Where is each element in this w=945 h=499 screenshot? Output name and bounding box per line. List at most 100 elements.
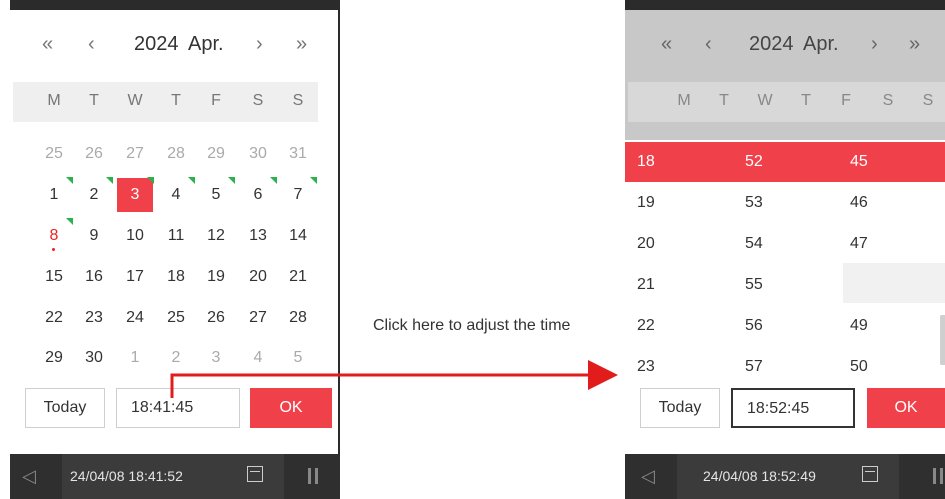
calendar-day[interactable]: 29 (198, 137, 234, 171)
minute-option[interactable]: 53 (745, 194, 763, 212)
time-row[interactable]: 20 54 47 (625, 224, 945, 264)
hour-option[interactable]: 20 (637, 235, 655, 253)
hover-highlight (843, 263, 945, 303)
second-option[interactable]: 49 (850, 317, 868, 335)
calendar-day[interactable]: 30 (76, 341, 112, 375)
pause-icon[interactable] (308, 468, 318, 484)
recording-flag-icon (188, 177, 195, 184)
calendar-day[interactable]: 22 (36, 301, 72, 335)
today-button[interactable]: Today (25, 388, 105, 428)
calendar-day[interactable]: 12 (198, 219, 234, 253)
calendar-day[interactable]: 4 (240, 341, 276, 375)
weekday-header: MTWTFSS (13, 82, 318, 122)
hour-option[interactable]: 22 (637, 317, 655, 335)
calendar-day[interactable]: 2 (158, 341, 194, 375)
prev-year-button[interactable]: « (42, 32, 53, 56)
hour-option[interactable]: 18 (637, 153, 655, 171)
calendar-day[interactable]: 15 (36, 260, 72, 294)
calendar-day[interactable]: 17 (117, 260, 153, 294)
calendar-day[interactable]: 19 (198, 260, 234, 294)
weekday-label: T (719, 92, 729, 109)
second-option[interactable]: 47 (850, 235, 868, 253)
time-row[interactable]: 18 52 45 (625, 142, 945, 182)
calendar-day[interactable]: 18 (158, 260, 194, 294)
hour-option[interactable]: 23 (637, 358, 655, 376)
calendar-day[interactable]: 27 (117, 137, 153, 171)
back-icon[interactable]: ◁ (641, 466, 655, 487)
calendar-day[interactable]: 27 (240, 301, 276, 335)
weekday-label: S (882, 92, 894, 109)
prev-month-button[interactable]: ‹ (705, 32, 712, 56)
calendar-day[interactable]: 28 (280, 301, 316, 335)
calendar-day[interactable]: 23 (76, 301, 112, 335)
calendar-day[interactable]: 5 (280, 341, 316, 375)
calendar-day[interactable]: 31 (280, 137, 316, 171)
time-row[interactable]: 19 53 46 (625, 183, 945, 223)
calendar-day[interactable]: 10 (117, 219, 153, 253)
next-month-button[interactable]: › (871, 32, 878, 56)
recording-flag-icon (228, 177, 235, 184)
calendar-day[interactable]: 29 (36, 341, 72, 375)
second-option[interactable]: 50 (850, 358, 868, 376)
time-input[interactable]: 18:41:45 (116, 388, 240, 428)
calendar-day[interactable]: 28 (158, 137, 194, 171)
weekday-label: S (252, 92, 264, 109)
next-year-button[interactable]: » (296, 32, 307, 56)
calendar-month[interactable]: Apr. (188, 32, 224, 56)
right-time-panel: « ‹ 2024 Apr. › » M T W T F S S 23 57 50 22 56 49 21… (625, 0, 945, 499)
weekday-label: S (292, 92, 304, 109)
datetime-text: 24/04/08 18:41:52 (70, 468, 183, 484)
calendar-day[interactable]: 1 (117, 341, 153, 375)
minute-option[interactable]: 54 (745, 235, 763, 253)
time-row[interactable]: 22 56 49 (625, 306, 945, 346)
calendar-day[interactable]: 24 (117, 301, 153, 335)
calendar-day[interactable]: 26 (198, 301, 234, 335)
time-input[interactable]: 18:52:45 (731, 388, 855, 428)
calendar-icon[interactable] (247, 466, 263, 482)
scrollbar[interactable] (940, 315, 945, 365)
calendar-day[interactable]: 21 (280, 260, 316, 294)
calendar-day[interactable]: 14 (280, 219, 316, 253)
calendar-day[interactable]: 30 (240, 137, 276, 171)
weekday-label: T (801, 92, 811, 109)
minute-option[interactable]: 52 (745, 153, 763, 171)
hour-option[interactable]: 21 (637, 276, 655, 294)
calendar-day[interactable]: 26 (76, 137, 112, 171)
ok-button[interactable]: OK (867, 388, 945, 428)
next-month-button[interactable]: › (256, 32, 263, 56)
calendar-day[interactable]: 11 (158, 219, 194, 253)
prev-year-button[interactable]: « (661, 32, 672, 56)
next-year-button[interactable]: » (909, 32, 920, 56)
calendar-day[interactable]: 20 (240, 260, 276, 294)
calendar-day[interactable]: 3 (198, 341, 234, 375)
calendar-day[interactable]: 9 (76, 219, 112, 253)
today-button[interactable]: Today (640, 388, 720, 428)
back-icon[interactable]: ◁ (22, 466, 36, 487)
time-scroll-list[interactable]: 235750225649215548205447195346185245 (625, 140, 945, 388)
calendar-year[interactable]: 2024 (134, 32, 179, 56)
weekday-label: W (127, 92, 143, 109)
prev-month-button[interactable]: ‹ (88, 32, 95, 56)
minute-option[interactable]: 57 (745, 358, 763, 376)
calendar-month[interactable]: Apr. (803, 32, 839, 56)
calendar-icon[interactable] (862, 466, 878, 482)
calendar-day[interactable]: 25 (158, 301, 194, 335)
hour-option[interactable]: 19 (637, 194, 655, 212)
pause-icon[interactable] (933, 468, 943, 484)
calendar-day[interactable]: 25 (36, 137, 72, 171)
second-option[interactable]: 46 (850, 194, 868, 212)
ok-button[interactable]: OK (250, 388, 332, 428)
weekday-label: F (211, 92, 221, 109)
calendar-year[interactable]: 2024 (749, 32, 794, 56)
recording-flag-icon (310, 177, 317, 184)
second-option[interactable]: 45 (850, 153, 868, 171)
calendar-nav: « ‹ 2024 Apr. › » (10, 24, 338, 64)
weekday-header: MTWTFSS (628, 82, 945, 122)
playback-bar: ◁ 24/04/08 18:52:49 (625, 454, 945, 499)
minute-option[interactable]: 56 (745, 317, 763, 335)
calendar-day[interactable]: 13 (240, 219, 276, 253)
left-calendar-panel: « ‹ 2024 Apr. › » MTWTFSS 25 26 27 28 29 30 31… (10, 0, 340, 499)
minute-option[interactable]: 55 (745, 276, 763, 294)
calendar-day[interactable]: 16 (76, 260, 112, 294)
calendar-footer: Today 18:41:45 OK (10, 378, 338, 444)
